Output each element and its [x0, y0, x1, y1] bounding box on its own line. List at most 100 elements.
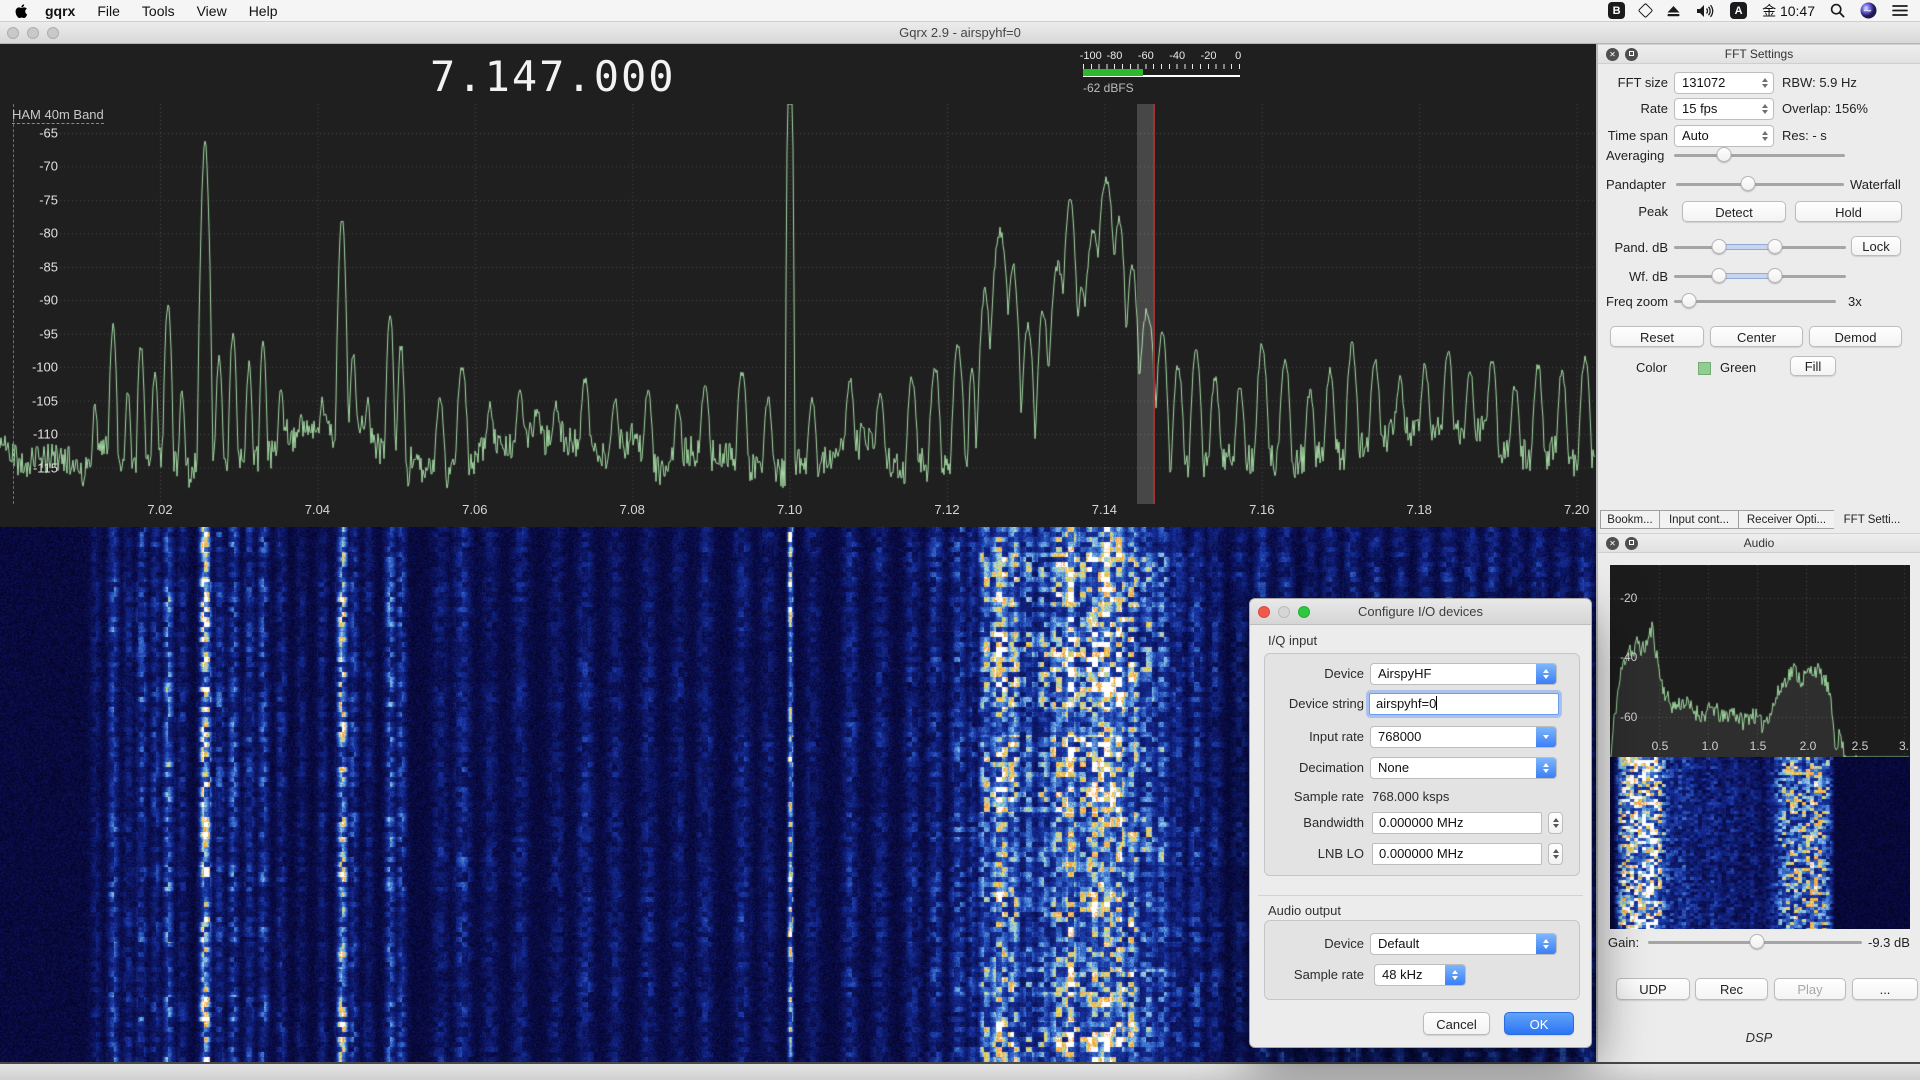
notification-center-icon[interactable]	[1892, 2, 1908, 20]
stepper-icon[interactable]	[1445, 965, 1465, 985]
device-select[interactable]: AirspyHF	[1370, 663, 1557, 685]
input-rate-select[interactable]: 768000	[1370, 726, 1557, 748]
stepper-icon[interactable]	[1536, 934, 1556, 954]
tuning-line[interactable]	[1153, 104, 1155, 504]
demod-button[interactable]: Demod	[1809, 326, 1902, 347]
color-swatch[interactable]	[1698, 362, 1711, 375]
slider-thumb[interactable]	[1741, 176, 1756, 191]
stepper-icon[interactable]	[1548, 843, 1563, 865]
filter-bandwidth-overlay[interactable]	[1137, 104, 1153, 504]
tab-receiveropti[interactable]: Receiver Opti...	[1738, 510, 1835, 529]
freq-zoom-slider[interactable]	[1674, 292, 1836, 310]
db-axis-label: -100	[18, 360, 58, 375]
center-button[interactable]: Center	[1710, 326, 1803, 347]
menu-clock[interactable]: 金 10:47	[1762, 2, 1815, 20]
pandapter-db-label: Pand. dB	[1598, 238, 1668, 258]
slider-thumb[interactable]	[1716, 147, 1731, 162]
slider-thumb[interactable]	[1711, 268, 1726, 283]
slider-thumb[interactable]	[1750, 934, 1765, 949]
db-axis-label: -110	[18, 427, 58, 442]
bandwidth-label: Bandwidth	[1258, 812, 1364, 834]
bandwidth-input[interactable]: 0.000000 MHz	[1372, 812, 1542, 834]
averaging-slider[interactable]	[1674, 146, 1845, 164]
output-sample-rate-select[interactable]: 48 kHz	[1374, 964, 1466, 986]
pandapter-waterfall-split-slider[interactable]	[1676, 175, 1844, 193]
dialog-title-bar: Configure I/O devices	[1250, 599, 1591, 625]
slider-thumb[interactable]	[1711, 239, 1726, 254]
frequency-display[interactable]: 7.147.000	[430, 52, 676, 101]
menu-help[interactable]: Help	[238, 0, 289, 22]
device-string-label: Device string	[1258, 693, 1364, 715]
output-device-select[interactable]: Default	[1370, 933, 1557, 955]
audio-fft-plot[interactable]	[1610, 565, 1910, 757]
menu-file[interactable]: File	[86, 0, 131, 22]
tab-fftsetti[interactable]: FFT Setti...	[1834, 510, 1910, 529]
audio-output-section-label: Audio output	[1268, 903, 1341, 918]
frequency-axis-label: 7.02	[147, 502, 172, 517]
stepper-icon[interactable]	[1548, 812, 1563, 834]
app-badge-b-icon[interactable]: B	[1608, 2, 1625, 19]
spotlight-search-icon[interactable]	[1830, 2, 1845, 20]
apple-menu-icon[interactable]	[14, 3, 30, 19]
spectrum-plot[interactable]	[0, 104, 1596, 504]
eject-icon[interactable]	[1666, 2, 1681, 20]
tab-inputcont[interactable]: Input cont...	[1659, 510, 1739, 529]
dropdown-arrow-icon[interactable]	[1536, 727, 1556, 747]
tab-bookm[interactable]: Bookm...	[1600, 510, 1660, 529]
audio-options-button[interactable]: ...	[1852, 978, 1918, 1000]
fill-button[interactable]: Fill	[1790, 356, 1836, 376]
device-value: AirspyHF	[1371, 664, 1556, 684]
lnb-lo-input[interactable]: 0.000000 MHz	[1372, 843, 1542, 865]
ok-button[interactable]: OK	[1504, 1012, 1574, 1035]
audio-play-button[interactable]: Play	[1774, 978, 1846, 1000]
volume-icon[interactable]	[1696, 2, 1715, 20]
frequency-axis-label: 7.16	[1249, 502, 1274, 517]
menu-tools[interactable]: Tools	[131, 0, 186, 22]
menu-gqrx[interactable]: gqrx	[34, 0, 86, 22]
color-value: Green	[1720, 358, 1756, 378]
slider-thumb[interactable]	[1681, 293, 1696, 308]
sample-rate-value: 768.000 ksps	[1372, 786, 1449, 808]
stepper-icon[interactable]	[1757, 99, 1773, 119]
time-span-select[interactable]: Auto	[1674, 125, 1774, 147]
audio-waterfall[interactable]	[1610, 757, 1910, 929]
stepper-icon[interactable]	[1536, 758, 1556, 778]
cancel-button[interactable]: Cancel	[1423, 1012, 1490, 1035]
window-title: Gqrx 2.9 - airspyhf=0	[0, 22, 1920, 44]
frequency-axis-label: 7.04	[305, 502, 330, 517]
peak-hold-button[interactable]: Hold	[1795, 201, 1902, 222]
reset-button[interactable]: Reset	[1610, 326, 1704, 347]
stepper-icon[interactable]	[1536, 664, 1556, 684]
audio-db-label: -60	[1620, 710, 1637, 724]
menu-items: gqrxFileToolsViewHelp	[34, 0, 288, 22]
fft-size-select[interactable]: 131072	[1674, 72, 1774, 94]
freq-zoom-label: Freq zoom	[1606, 292, 1668, 312]
slider-thumb[interactable]	[1768, 268, 1783, 283]
siri-icon[interactable]	[1860, 2, 1877, 20]
right-panel: ✕ FFT Settings FFT size 131072 RBW: 5.9 …	[1598, 44, 1920, 1062]
stepper-icon[interactable]	[1757, 73, 1773, 93]
gain-value: -9.3 dB	[1868, 933, 1910, 953]
stepper-icon[interactable]	[1757, 126, 1773, 146]
db-axis-label: -95	[18, 326, 58, 341]
frequency-axis-label: 7.20	[1564, 502, 1589, 517]
audio-rec-button[interactable]: Rec	[1695, 978, 1768, 1000]
averaging-label: Averaging	[1606, 146, 1664, 166]
device-string-input[interactable]: airspyhf=0	[1369, 693, 1559, 715]
decimation-select[interactable]: None	[1370, 757, 1557, 779]
dialog-title: Configure I/O devices	[1250, 599, 1591, 625]
slider-thumb[interactable]	[1768, 239, 1783, 254]
waterfall-db-range-slider[interactable]	[1674, 267, 1846, 285]
lock-button[interactable]: Lock	[1851, 236, 1901, 256]
peak-detect-button[interactable]: Detect	[1682, 201, 1786, 222]
diamond-icon[interactable]	[1640, 2, 1651, 20]
audio-freq-label: 1.5	[1750, 739, 1767, 753]
rate-select[interactable]: 15 fps	[1674, 98, 1774, 120]
audio-udp-button[interactable]: UDP	[1616, 978, 1690, 1000]
gain-slider[interactable]	[1648, 933, 1862, 951]
peak-label: Peak	[1598, 202, 1668, 222]
bandwidth-value: 0.000000 MHz	[1373, 813, 1541, 833]
input-source-a-icon[interactable]: A	[1730, 2, 1747, 19]
pandapter-db-range-slider[interactable]	[1674, 238, 1846, 256]
menu-view[interactable]: View	[186, 0, 238, 22]
